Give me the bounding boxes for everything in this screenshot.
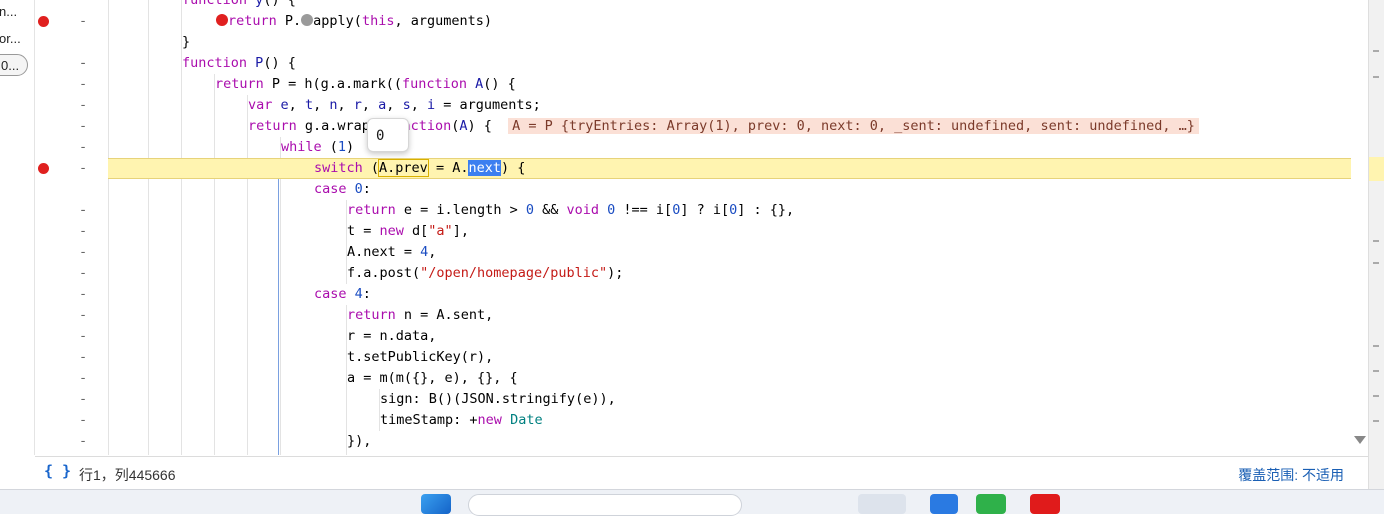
app-icon-2[interactable] xyxy=(930,494,958,514)
code-line[interactable]: - f.a.post("/open/homepage/public"); xyxy=(35,263,1368,302)
code-line[interactable]: - function y() { xyxy=(35,0,1368,29)
inline-breakpoint-inactive-icon[interactable] xyxy=(301,14,314,26)
code-line[interactable]: - return P = h(g.a.mark((function A() { xyxy=(35,74,1368,113)
coverage-link[interactable]: 覆盖范围: 不适用 xyxy=(1238,465,1344,485)
code-line[interactable]: - case 0: xyxy=(35,179,1368,218)
code-line[interactable]: - } xyxy=(35,32,1368,71)
right-panel-mark xyxy=(1373,50,1379,52)
right-panel-mark xyxy=(1373,262,1379,264)
breakpoint-icon[interactable] xyxy=(38,16,49,27)
cursor-position: 行1，列445666 xyxy=(79,467,176,483)
right-panel-edge xyxy=(1368,0,1384,489)
inline-breakpoint-icon[interactable] xyxy=(216,14,228,26)
code-line[interactable]: - a = m(m({}, e), {}, { xyxy=(35,368,1368,407)
code-line[interactable]: - return g.a.wrap((function(A) { A = P {… xyxy=(35,116,1368,155)
code-line[interactable]: - while (1) xyxy=(35,137,1368,176)
code-line-active[interactable]: - switch (A.prev = A.next) { xyxy=(35,158,1368,218)
right-panel-mark xyxy=(1373,420,1379,422)
right-panel-mark xyxy=(1373,370,1379,372)
app-icon-4[interactable] xyxy=(1030,494,1060,514)
scroll-down-icon[interactable] xyxy=(1354,436,1366,444)
right-panel-highlight xyxy=(1369,157,1384,181)
left-panel-item[interactable]: or... xyxy=(0,31,21,46)
left-panel-item[interactable]: n... xyxy=(0,4,17,19)
breakpoint-icon[interactable] xyxy=(38,163,49,174)
app-icon-1[interactable] xyxy=(858,494,906,514)
taskbar xyxy=(0,489,1384,516)
code-line[interactable]: - function P() { xyxy=(35,53,1368,92)
code-line[interactable]: - case 4: xyxy=(35,284,1368,323)
right-panel-mark xyxy=(1373,76,1379,78)
code-line[interactable]: - return P. apply(this, arguments) xyxy=(35,11,1368,71)
code-line[interactable]: - r = n.data, xyxy=(35,326,1368,365)
selected-token: next xyxy=(468,160,501,176)
code-line[interactable]: - return e = i.length > 0 && void 0 !== … xyxy=(35,200,1368,239)
code-line[interactable]: - sign: B()(JSON.stringify(e)), xyxy=(35,389,1368,428)
value-tooltip: 0 xyxy=(367,118,409,152)
code-line[interactable]: - return n = A.sent, xyxy=(35,305,1368,344)
code-line[interactable]: - t = new d["a"], xyxy=(35,221,1368,260)
code-line[interactable]: - A.next = 4, xyxy=(35,242,1368,281)
app-icon-3[interactable] xyxy=(976,494,1006,514)
right-panel-mark xyxy=(1373,345,1379,347)
code-line[interactable]: - timeStamp: +new Date xyxy=(35,410,1368,449)
pretty-print-icon[interactable]: { } xyxy=(44,462,71,480)
gutter-marker: - xyxy=(79,452,87,455)
code-line[interactable]: - var e, t, n, r, a, s, i = arguments; xyxy=(35,95,1368,134)
inline-value-preview: A = P {tryEntries: Array(1), prev: 0, ne… xyxy=(508,118,1199,134)
status-bar: { } 行1，列445666 覆盖范围: 不适用 xyxy=(35,456,1368,490)
left-panel: n... or... 0... xyxy=(0,0,35,455)
code-line[interactable]: - t.setPublicKey(r), xyxy=(35,347,1368,386)
left-panel-pill[interactable]: 0... xyxy=(0,54,28,76)
right-panel-mark xyxy=(1373,240,1379,242)
code-line[interactable]: - }), xyxy=(35,431,1368,455)
code-editor[interactable]: - function y() { - return P. apply(this, … xyxy=(35,0,1368,455)
right-panel-mark xyxy=(1373,395,1379,397)
windows-start-icon[interactable] xyxy=(421,494,451,514)
